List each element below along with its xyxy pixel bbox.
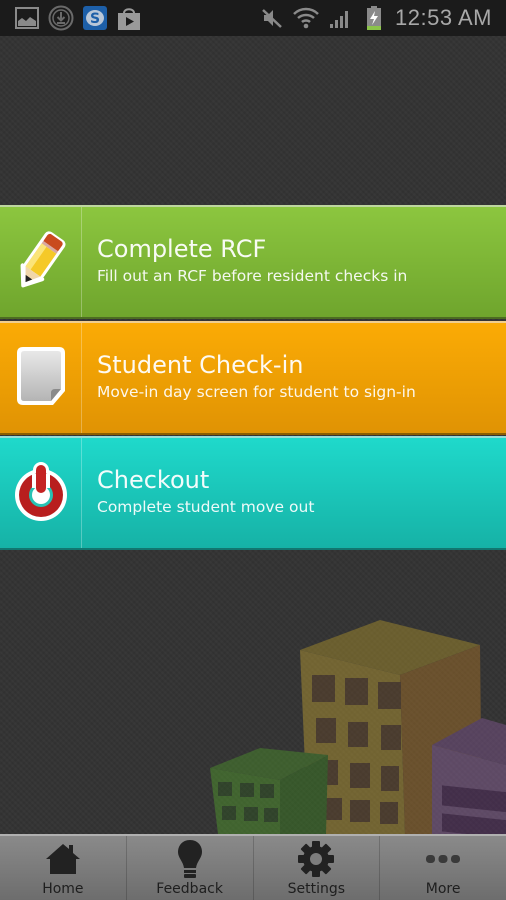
student-check-in-button[interactable]: Student Check-in Move-in day screen for … [0, 321, 506, 435]
bottom-navigation: Home Feedback Settings More [0, 834, 506, 900]
tile-title: Checkout [97, 465, 210, 494]
status-bar: S 12:53 AM [0, 0, 506, 36]
nav-label: More [425, 881, 461, 897]
skype-icon: S [82, 5, 108, 31]
home-screen: Complete RCF Fill out an RCF before resi… [0, 36, 506, 834]
nav-home[interactable]: Home [0, 836, 127, 900]
notification-icons: S [0, 5, 142, 31]
home-icon [44, 840, 82, 878]
buildings-illustration [210, 620, 506, 834]
tile-title: Student Check-in [97, 350, 304, 379]
gallery-icon [14, 5, 40, 31]
nav-feedback[interactable]: Feedback [127, 836, 254, 900]
download-icon [48, 5, 74, 31]
more-icon [425, 840, 461, 878]
document-icon [15, 345, 67, 411]
battery-charging-icon [361, 5, 387, 31]
signal-icon [327, 5, 353, 31]
nav-settings[interactable]: Settings [254, 836, 381, 900]
play-store-icon [116, 5, 142, 31]
tile-title: Complete RCF [97, 234, 267, 263]
tile-text: Student Check-in Move-in day screen for … [82, 323, 416, 433]
mute-icon [259, 5, 285, 31]
lightbulb-icon [177, 840, 203, 878]
complete-rcf-button[interactable]: Complete RCF Fill out an RCF before resi… [0, 205, 506, 319]
tile-icon-cell [0, 323, 82, 433]
pencil-icon [12, 229, 70, 295]
gear-icon [297, 840, 335, 878]
tile-subtitle: Fill out an RCF before resident checks i… [97, 266, 408, 285]
system-icons: 12:53 AM [259, 5, 506, 31]
power-icon [12, 460, 70, 526]
nav-label: Feedback [156, 881, 223, 897]
wifi-icon [293, 5, 319, 31]
nav-more[interactable]: More [380, 836, 506, 900]
tile-icon-cell [0, 207, 82, 317]
tile-text: Checkout Complete student move out [82, 438, 314, 548]
svg-text:S: S [90, 11, 100, 27]
clock: 12:53 AM [395, 5, 492, 30]
nav-label: Settings [287, 881, 346, 897]
nav-label: Home [42, 881, 84, 897]
tile-text: Complete RCF Fill out an RCF before resi… [82, 207, 407, 317]
tile-subtitle: Complete student move out [97, 497, 315, 516]
tile-subtitle: Move-in day screen for student to sign-i… [97, 382, 416, 401]
tile-icon-cell [0, 438, 82, 548]
checkout-button[interactable]: Checkout Complete student move out [0, 436, 506, 550]
